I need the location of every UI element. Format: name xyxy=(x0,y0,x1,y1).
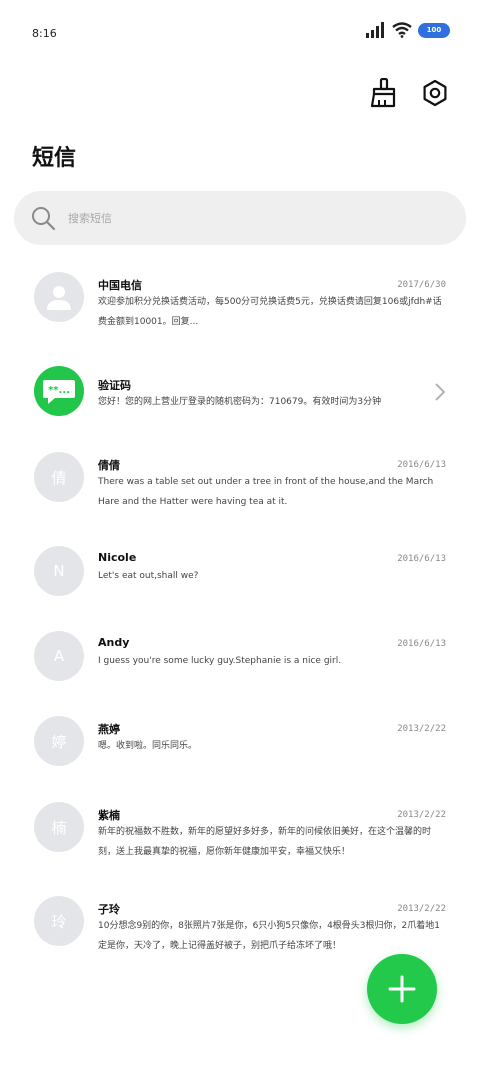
message-date: 2017/6/30 xyxy=(397,280,446,290)
chat-bubble-icon: **... xyxy=(43,380,75,404)
page-title: 短信 xyxy=(32,146,77,171)
avatar xyxy=(34,272,84,322)
plus-icon xyxy=(388,975,416,1003)
status-time: 8:16 xyxy=(32,27,57,40)
contact-name: 倩倩 xyxy=(98,459,120,472)
message-preview: 您好！您的网上营业厅登录的随机密码为：710679。有效时间为3分钟 xyxy=(98,397,382,407)
contact-name: Nicole xyxy=(98,551,137,564)
message-date: 2013/2/22 xyxy=(397,724,446,734)
chevron-right-icon xyxy=(435,383,446,401)
message-date: 2016/6/13 xyxy=(397,460,446,470)
contact-name: 中国电信 xyxy=(98,279,142,292)
avatar: N xyxy=(34,546,84,596)
top-actions xyxy=(366,76,452,110)
avatar: 玲 xyxy=(34,896,84,946)
contact-name: Andy xyxy=(98,636,130,649)
svg-text:**...: **... xyxy=(48,385,70,396)
message-preview: 10分想念9别的你，8张照片7张是你，6只小狗5只像你，4根骨头3根归你，2爪着… xyxy=(98,921,440,951)
wifi-icon xyxy=(392,22,412,38)
status-bar: 8:16 100 xyxy=(0,0,480,64)
message-date: 2016/6/13 xyxy=(397,554,446,564)
search-input[interactable] xyxy=(68,211,408,225)
message-item[interactable]: N Nicole 2016/6/13 Let's eat out,shall w… xyxy=(0,546,480,632)
message-preview: There was a table set out under a tree i… xyxy=(98,477,434,507)
signal-icon xyxy=(366,22,384,38)
message-item[interactable]: 婷 燕婷 2013/2/22 嗯。收到啦。同乐同乐。 xyxy=(0,716,480,802)
contact-name: 燕婷 xyxy=(98,723,120,736)
contact-name: 验证码 xyxy=(98,379,131,392)
message-date: 2013/2/22 xyxy=(397,810,446,820)
avatar: 婷 xyxy=(34,716,84,766)
search-bar[interactable] xyxy=(14,191,466,245)
message-preview: 新年的祝福数不胜数，新年的愿望好多好多，新年的问候依旧美好，在这个温馨的时刻，送… xyxy=(98,827,432,857)
avatar: 倩 xyxy=(34,452,84,502)
battery-indicator: 100 xyxy=(418,22,450,38)
status-icons: 100 xyxy=(366,22,450,38)
message-preview: 嗯。收到啦。同乐同乐。 xyxy=(98,741,198,751)
message-item[interactable]: 楠 紫楠 2013/2/22 新年的祝福数不胜数，新年的愿望好多好多，新年的问候… xyxy=(0,802,480,888)
message-item[interactable]: 中国电信 2017/6/30 欢迎参加积分兑换话费活动，每500分可兑换话费5元… xyxy=(0,272,480,358)
message-item[interactable]: 倩 倩倩 2016/6/13 There was a table set out… xyxy=(0,452,480,538)
message-item[interactable]: A Andy 2016/6/13 I guess you're some luc… xyxy=(0,631,480,717)
avatar: 楠 xyxy=(34,802,84,852)
search-icon xyxy=(32,207,56,231)
settings-gear-icon[interactable] xyxy=(418,76,452,110)
message-item[interactable]: **... 验证码 您好！您的网上营业厅登录的随机密码为：710679。有效时间… xyxy=(0,366,480,452)
avatar: **... xyxy=(34,366,84,416)
message-preview: 欢迎参加积分兑换话费活动，每500分可兑换话费5元，兑换话费请回复106或jfd… xyxy=(98,297,442,327)
person-icon xyxy=(47,286,71,310)
message-preview: Let's eat out,shall we? xyxy=(98,571,199,581)
contact-name: 子玲 xyxy=(98,903,120,916)
message-date: 2016/6/13 xyxy=(397,639,446,649)
contact-name: 紫楠 xyxy=(98,809,120,822)
message-date: 2013/2/22 xyxy=(397,904,446,914)
compose-button[interactable] xyxy=(367,954,437,1024)
message-preview: I guess you're some lucky guy.Stephanie … xyxy=(98,656,342,666)
avatar: A xyxy=(34,631,84,681)
clean-broom-icon[interactable] xyxy=(366,76,400,110)
